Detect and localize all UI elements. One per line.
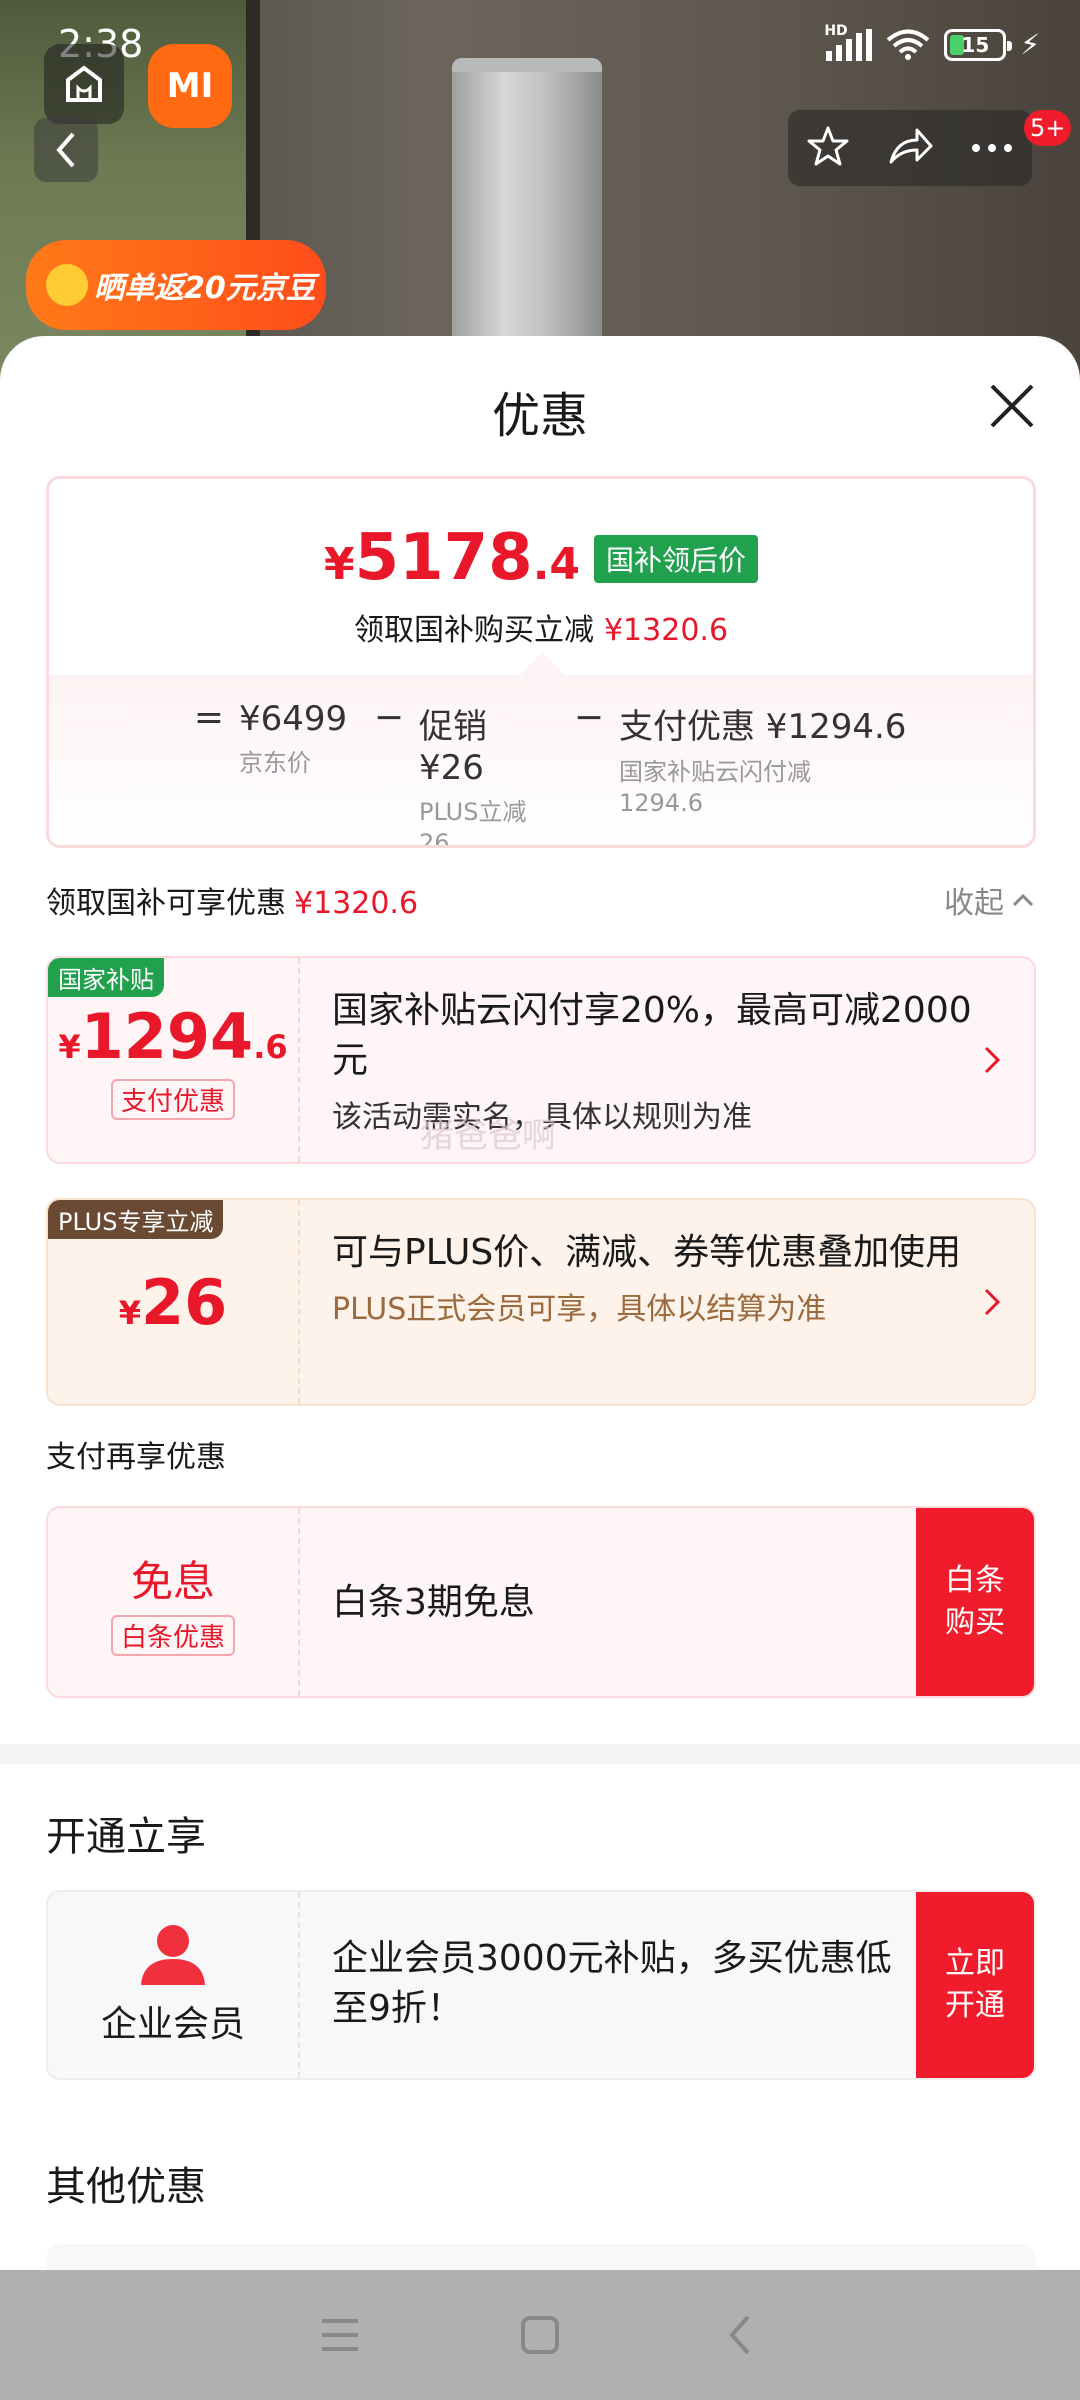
chevron-right-icon [984,1046,1001,1074]
baitiao-offer[interactable]: 免息 白条优惠 白条3期免息 白条购买 [46,1506,1036,1698]
cart-badge: 5+ [1024,110,1072,146]
offer-type-tag: 白条优惠 [110,1615,235,1656]
offer-amount: ¥26 [118,1265,228,1339]
menu-button[interactable] [310,2305,370,2365]
brand-logo: MI [148,44,232,128]
member-name: 企业会员 [100,2004,245,2045]
home-icon [521,2316,559,2354]
signal-icon: HD [824,23,873,61]
baitiao-buy-button[interactable]: 白条购买 [916,1508,1034,1696]
menu-icon [322,2319,358,2351]
collapse-toggle[interactable]: 收起 [944,878,1034,922]
other-offer-card [46,2244,1036,2270]
discount-sheet: 优惠 ¥5178.4 国补领后价 领取国补购买立减 ¥1320.6 = ¥6499… [0,336,1080,2270]
status-icons: HD 15 ⚡ [824,23,1040,62]
home-button[interactable] [510,2305,570,2365]
final-price: ¥5178.4 [323,521,581,595]
discount-summary: 领取国补购买立减 ¥1320.6 [353,613,729,648]
breakdown-promo: 促销 ¥26 PLUS立减 26 [419,707,527,848]
promo-text: 晒单返20元京豆 [94,271,316,306]
corner-tag: 国家补贴 [48,958,164,997]
battery-icon: 15 [944,28,1013,61]
network-label: HD [824,22,848,39]
offer-title: 白条3期免息 [332,1582,535,1623]
breakdown-jd-price: ¥6499 京东价 [239,699,348,777]
charging-icon: ⚡ [1020,28,1040,61]
header-actions [788,110,1032,186]
price-summary-card: ¥5178.4 国补领后价 领取国补购买立减 ¥1320.6 = ¥6499 京东… [46,476,1036,848]
back-button[interactable] [34,118,98,182]
price-tag: 国补领后价 [594,535,759,583]
chevron-up-icon [1012,893,1034,907]
offer-title: 可与PLUS价、满减、券等优惠叠加使用 [332,1232,962,1273]
close-button[interactable] [984,378,1040,434]
equals-sign: = [193,697,225,738]
mi-home-icon [44,44,124,124]
more-button[interactable] [970,139,1014,158]
battery-level: 15 [961,32,990,57]
available-discount-label: 领取国补可享优惠 ¥1320.6 [46,886,419,921]
breakdown-pay-discount: 支付优惠 ¥1294.6 国家补贴云闪付减 1294.6 [619,707,907,817]
promo-banner[interactable]: 晒单返20元京豆 [26,240,326,330]
user-icon [141,1925,205,1985]
share-button[interactable] [887,126,933,170]
minus-sign: − [373,697,405,738]
offer-amount: ¥1294.6 [58,1000,288,1073]
minus-sign: − [573,697,605,738]
star-icon [807,126,849,166]
coin-icon [46,264,88,306]
corner-tag: PLUS专享立减 [48,1200,224,1239]
nav-back-icon [729,2315,750,2355]
offer-title: 国家补贴云闪付享20%，最高可减2000元 [332,990,972,1081]
other-section-title: 其他优惠 [46,2164,206,2210]
section-divider [0,1744,1080,1764]
share-icon [889,128,933,164]
close-icon [990,384,1034,428]
sheet-title: 优惠 [491,388,588,444]
member-offer-title: 企业会员3000元补贴，多买优惠低至9折！ [332,1938,892,2029]
watermark: 猪爸爸啊 [420,1116,556,1156]
nav-back-button[interactable] [710,2305,770,2365]
price-breakdown: = ¥6499 京东价 − 促销 ¥26 PLUS立减 26 − 支付优惠 ¥1… [49,675,1033,848]
open-now-button[interactable]: 立即开通 [916,1892,1034,2078]
wifi-icon [886,29,930,61]
more-icon [971,143,1012,152]
pay-section-label: 支付再享优惠 [46,1440,226,1475]
chevron-right-icon [984,1288,1001,1316]
offer-desc: PLUS正式会员可享，具体以结算为准 [332,1292,827,1327]
offer-type-tag: 支付优惠 [110,1079,235,1120]
navigation-bar [0,2270,1080,2400]
favorite-button[interactable] [806,124,850,172]
back-icon [56,132,75,168]
enterprise-member-card[interactable]: 企业会员 企业会员3000元补贴，多买优惠低至9折！ 立即开通 [46,1890,1036,2080]
plus-offer[interactable]: ¥26 PLUS专享立减 可与PLUS价、满减、券等优惠叠加使用 PLUS正式会… [46,1198,1036,1406]
interest-free-label: 免息 [130,1557,215,1606]
open-section-title: 开通立享 [46,1814,206,1860]
